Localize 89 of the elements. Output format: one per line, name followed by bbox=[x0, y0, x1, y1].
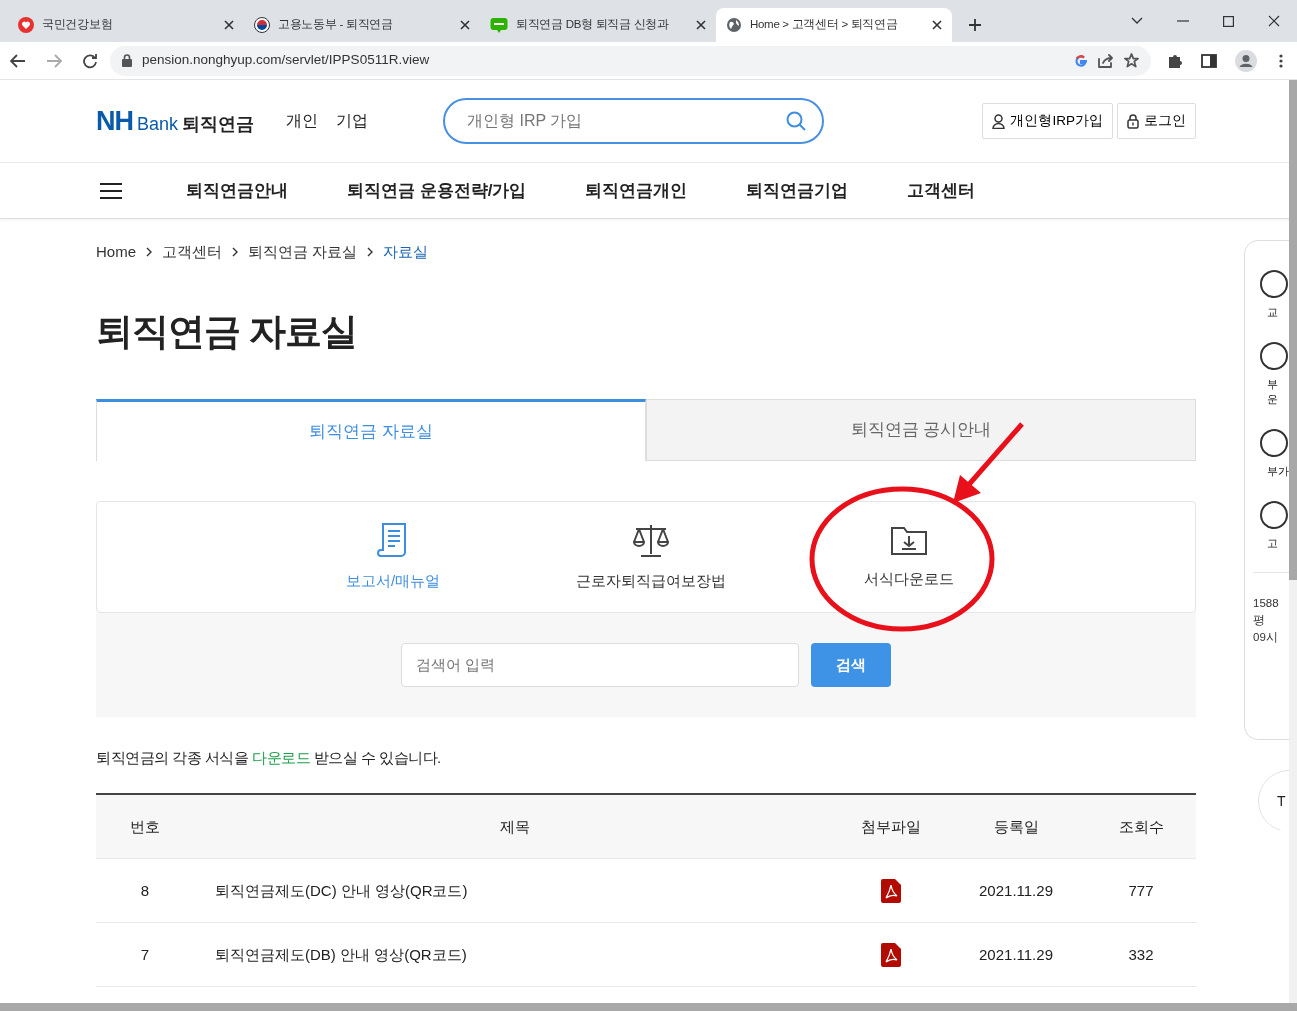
post-title-link[interactable]: 퇴직연금제도(DB) 안내 영상(QR코드) bbox=[194, 943, 836, 967]
pdf-icon[interactable] bbox=[881, 942, 901, 967]
google-icon bbox=[1074, 53, 1088, 68]
close-icon[interactable] bbox=[932, 20, 942, 30]
logo-text[interactable]: Bank bbox=[137, 110, 179, 138]
table-cell-text: 8 bbox=[139, 880, 151, 901]
logo-product[interactable]: 퇴직연금 bbox=[182, 110, 255, 138]
post-title-link[interactable]: 퇴직연금제도(DC) 안내 영상(QR코드) bbox=[194, 879, 836, 903]
column-header: 번호 bbox=[129, 816, 161, 837]
section-tab[interactable]: 퇴직연금 자료실 bbox=[96, 398, 646, 461]
reload-icon[interactable] bbox=[82, 52, 98, 69]
quick-menu-label[interactable]: 운 bbox=[1267, 391, 1278, 406]
segment-link[interactable]: 기업 bbox=[336, 109, 369, 133]
quick-menu-label[interactable]: 고 bbox=[1267, 536, 1278, 551]
page-title: 퇴직연금 자료실 bbox=[96, 309, 359, 354]
search-field[interactable]: 개인형 IRP 가입 bbox=[443, 98, 825, 144]
menu-icon[interactable] bbox=[100, 182, 122, 199]
table-cell-text: 7 bbox=[139, 944, 151, 965]
round-icon[interactable] bbox=[1259, 341, 1289, 372]
browser-tab[interactable]: 국민건강보험 bbox=[8, 8, 244, 42]
nav-link[interactable]: 퇴직연금안내 bbox=[186, 177, 288, 204]
quick-menu-label[interactable]: 교 bbox=[1267, 305, 1278, 320]
table-cell-text: 777 bbox=[1127, 880, 1155, 901]
blog-icon bbox=[490, 17, 508, 33]
logo-mark[interactable]: NH bbox=[96, 100, 133, 142]
share-icon[interactable] bbox=[1098, 53, 1114, 68]
nav-link[interactable]: 고객센터 bbox=[907, 177, 976, 204]
chevron-right-icon bbox=[232, 247, 238, 258]
round-icon[interactable] bbox=[1259, 269, 1289, 299]
scrollbar[interactable] bbox=[0, 1003, 1297, 1011]
quick-menu-label[interactable]: 부가 bbox=[1267, 463, 1289, 479]
chevron-right-icon bbox=[146, 247, 152, 258]
close-icon[interactable] bbox=[1268, 15, 1280, 27]
chevron-right-icon bbox=[367, 247, 374, 258]
header-button[interactable]: 로그인 bbox=[1117, 103, 1196, 139]
chevron-down-icon[interactable] bbox=[1131, 17, 1143, 25]
back-icon[interactable] bbox=[10, 53, 26, 68]
browser-tab[interactable]: 고용노동부 - 퇴직연금 bbox=[244, 8, 480, 42]
header-button[interactable]: 개인형IRP가입 bbox=[982, 103, 1113, 139]
column-header: 등록일 bbox=[992, 816, 1040, 837]
column-header: 조회수 bbox=[1117, 816, 1165, 837]
round-icon[interactable] bbox=[1259, 427, 1289, 458]
address-bar[interactable]: pension.nonghyup.com/servlet/IPPS0511R.view bbox=[110, 45, 1151, 76]
breadcrumb-link[interactable]: 퇴직연금 자료실 bbox=[248, 241, 358, 264]
contact-text: 평 bbox=[1253, 613, 1265, 629]
maximize-icon[interactable] bbox=[1223, 15, 1234, 27]
table-cell-text: 332 bbox=[1127, 944, 1155, 965]
breadcrumb-link[interactable]: 자료실 bbox=[383, 241, 429, 264]
sidebar-icon[interactable] bbox=[1201, 53, 1217, 68]
contact-text: 1588 bbox=[1253, 596, 1279, 612]
close-icon[interactable] bbox=[460, 20, 470, 30]
category-link[interactable]: 근로자퇴직급여보장법 bbox=[576, 569, 726, 593]
scrollbar[interactable] bbox=[1289, 80, 1297, 1003]
nav-link[interactable]: 퇴직연금기업 bbox=[746, 177, 849, 204]
close-icon[interactable] bbox=[224, 20, 234, 30]
browser-tab[interactable]: Home > 고객센터 > 퇴직연금 bbox=[716, 8, 952, 42]
document-icon bbox=[377, 521, 409, 558]
close-icon[interactable] bbox=[696, 20, 706, 30]
nav-link[interactable]: 퇴직연금 운용전략/가입 bbox=[347, 177, 527, 204]
breadcrumb-link[interactable]: Home bbox=[96, 241, 136, 264]
table-cell-text: 2021.11.29 bbox=[978, 944, 1054, 965]
pdf-icon[interactable] bbox=[881, 878, 901, 903]
section-tab[interactable]: 퇴직연금 공시안내 bbox=[646, 398, 1196, 461]
more-icon[interactable] bbox=[1279, 53, 1283, 68]
notice-text: 퇴직연금의 각종 서식을 다운로드 받으실 수 있습니다. bbox=[96, 747, 442, 768]
lock-icon bbox=[122, 54, 132, 67]
user-icon bbox=[992, 113, 1006, 129]
category-link[interactable]: 보고서/매뉴얼 bbox=[345, 569, 441, 593]
round-icon[interactable] bbox=[1259, 500, 1289, 531]
nav-link[interactable]: 퇴직연금개인 bbox=[585, 177, 688, 204]
scroll-thumb[interactable] bbox=[1289, 80, 1297, 580]
column-header: 첨부파일 bbox=[860, 816, 922, 837]
category-link[interactable]: 서식다운로드 bbox=[864, 567, 954, 591]
table-cell-text: 2021.11.29 bbox=[978, 880, 1054, 901]
quick-menu-label[interactable]: 부 bbox=[1267, 377, 1278, 392]
contact-text: 09시 bbox=[1253, 629, 1278, 645]
new-tab-icon[interactable] bbox=[968, 18, 982, 32]
breadcrumb-link[interactable]: 고객센터 bbox=[162, 241, 222, 264]
browser-tab[interactable]: 퇴직연금 DB형 퇴직금 신청과 bbox=[480, 8, 716, 42]
lock-icon bbox=[1127, 113, 1139, 129]
globe-icon bbox=[726, 17, 742, 33]
puzzle-icon[interactable] bbox=[1167, 52, 1183, 69]
star-icon[interactable] bbox=[1124, 53, 1139, 68]
top-button[interactable]: T bbox=[1258, 770, 1289, 830]
profile-icon[interactable] bbox=[1235, 49, 1257, 72]
emblem-icon bbox=[254, 17, 270, 33]
column-header: 제목 bbox=[499, 816, 531, 837]
search-icon[interactable] bbox=[786, 111, 807, 131]
segment-link[interactable]: 개인 bbox=[286, 109, 319, 133]
